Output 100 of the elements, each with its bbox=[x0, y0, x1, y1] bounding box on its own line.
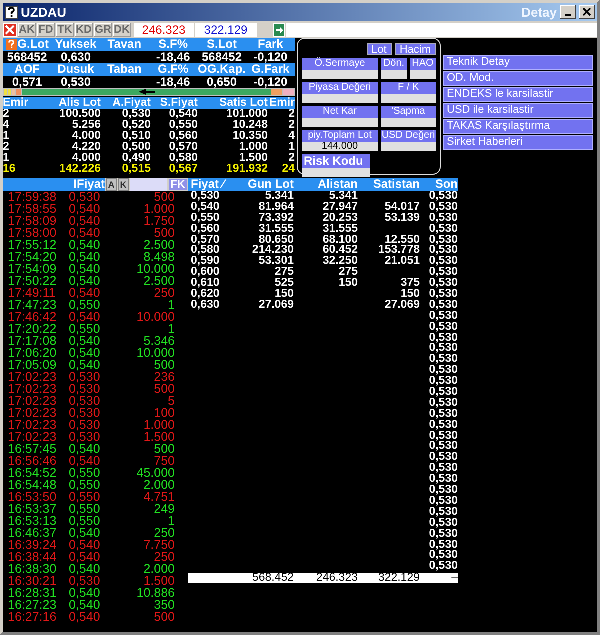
menu-item[interactable]: Teknik Detay bbox=[443, 55, 593, 70]
table-cell-text: 4.000 bbox=[71, 153, 101, 164]
filter-button[interactable]: FK bbox=[168, 178, 188, 191]
time-cell-text: 16:53:37 bbox=[8, 503, 58, 515]
menu-item[interactable]: Sirket Haberleri bbox=[443, 135, 593, 150]
table-cell-text: 0,540 bbox=[169, 109, 198, 120]
column-header: IFiyat bbox=[3, 178, 105, 191]
table-cell: 0,530 bbox=[429, 528, 458, 540]
table-cell-text: 1.500 bbox=[238, 153, 268, 164]
price-cell-text: 0,530 bbox=[69, 191, 102, 203]
table-cell-text: 0,490 bbox=[121, 153, 151, 164]
menu-item[interactable]: ENDEKS le karsilastir bbox=[443, 87, 593, 102]
toggle-button[interactable]: Hacim bbox=[394, 43, 436, 55]
price-cell-text: 0,550 bbox=[69, 515, 102, 527]
time-cell-text: 17:02:23 bbox=[8, 431, 58, 443]
value-field bbox=[410, 70, 436, 79]
table-cell-text: 1 bbox=[3, 153, 10, 164]
table-cell: 5.341 bbox=[329, 190, 358, 202]
lot-cell-text: 500 bbox=[153, 227, 175, 239]
table-cell-text: 4 bbox=[288, 131, 295, 142]
lot-cell-text: 2.500 bbox=[142, 275, 175, 287]
column-header: Satistan bbox=[372, 178, 420, 191]
table-cell: 0,530 bbox=[429, 222, 458, 235]
menu-item[interactable]: OD. Mod. bbox=[443, 71, 593, 86]
table-cell-text: 101.000 bbox=[225, 109, 268, 120]
toolbar-button[interactable]: TK bbox=[56, 23, 74, 37]
lot-cell-text: 5.346 bbox=[142, 335, 175, 347]
toolbar-button[interactable]: DK bbox=[113, 23, 131, 37]
table-cell: 0,530 bbox=[429, 440, 458, 452]
toolbar-button[interactable]: FD bbox=[37, 23, 55, 37]
table-cell-text: 2 bbox=[3, 109, 10, 120]
time-cell-text: 17:54:09 bbox=[8, 263, 58, 275]
column-header: Dusuk bbox=[56, 63, 96, 76]
column-header: S.Fiyat bbox=[159, 97, 198, 109]
table-cell: 21.051 bbox=[384, 255, 420, 268]
time-cell-text: 17:58:55 bbox=[8, 203, 58, 215]
table-cell: 0,530 bbox=[429, 212, 458, 224]
price-cell-text: 0,540 bbox=[69, 275, 102, 287]
sort-button[interactable]: K bbox=[118, 178, 129, 191]
table-cell-text: 0,571 bbox=[11, 76, 44, 88]
table-cell: 0,530 bbox=[429, 288, 458, 300]
time-cell-text: 17:47:23 bbox=[8, 299, 58, 311]
toggle-button[interactable]: Lot bbox=[366, 43, 392, 55]
table-cell: 80.650 bbox=[258, 234, 294, 246]
time-cell-text: 16:54:48 bbox=[8, 479, 58, 491]
help-icon[interactable] bbox=[5, 6, 18, 18]
lot-cell-text: 500 bbox=[153, 443, 175, 455]
lot-cell-text: 500 bbox=[153, 611, 175, 623]
table-cell: 0,530 bbox=[429, 277, 458, 290]
column-header: Yuksek bbox=[54, 38, 98, 50]
table-cell: 0,600 bbox=[191, 266, 220, 278]
table-cell-text: 0,630 bbox=[60, 50, 92, 63]
lot-cell-text: 2.000 bbox=[142, 563, 175, 575]
table-cell: 0,530 bbox=[429, 506, 458, 518]
lot-cell-text: 250 bbox=[153, 287, 175, 299]
price-cell-text: 0,530 bbox=[69, 407, 102, 419]
lot-cell-text: 750 bbox=[153, 455, 175, 467]
input-field[interactable] bbox=[286, 23, 597, 37]
table-cell-text: 0,530 bbox=[122, 109, 151, 120]
table-cell: 31.555 bbox=[258, 222, 294, 235]
price-cell-text: 0,540 bbox=[69, 455, 102, 467]
toolbar-button[interactable]: KD bbox=[75, 23, 93, 37]
table-cell: 0,610 bbox=[191, 277, 220, 290]
price-cell-text: 0,530 bbox=[69, 371, 102, 383]
column-header: Taban bbox=[106, 63, 143, 76]
table-cell: 153.778 bbox=[378, 244, 420, 256]
value-field bbox=[381, 118, 436, 127]
table-cell-text: 0,560 bbox=[168, 131, 198, 142]
sort-button[interactable]: A bbox=[106, 178, 117, 191]
price-cell-text: 0,540 bbox=[69, 599, 102, 611]
lot-cell-text: 100 bbox=[153, 407, 175, 419]
toolbar-button[interactable]: AK bbox=[18, 23, 36, 37]
toolbar-button[interactable]: GR bbox=[94, 23, 112, 37]
menu-item[interactable]: USD ile karsilastir bbox=[443, 103, 593, 118]
table-cell: 53.301 bbox=[258, 255, 294, 268]
minimize-icon[interactable] bbox=[560, 5, 576, 19]
sell-total-field: 246.323 bbox=[134, 23, 194, 37]
total-cell: 246.323 bbox=[316, 572, 358, 584]
table-cell: 0,530 bbox=[429, 364, 458, 376]
table-cell: 0,560 bbox=[191, 222, 220, 235]
field-label: piy.Toplam Lot bbox=[302, 130, 378, 142]
close-icon[interactable] bbox=[579, 5, 595, 19]
table-cell: 0,530 bbox=[429, 266, 458, 278]
table-cell-text: 10.350 bbox=[232, 131, 268, 142]
column-header: Tavan bbox=[106, 38, 143, 50]
table-cell-text: 0,580 bbox=[168, 153, 198, 164]
table-cell: 0,530 bbox=[429, 408, 458, 420]
total-cell-text: 16 bbox=[3, 164, 17, 175]
time-cell-text: 17:02:23 bbox=[8, 371, 58, 383]
table-cell: 0,620 bbox=[191, 288, 220, 300]
arrow-right-icon[interactable] bbox=[273, 23, 285, 37]
price-cell-text: 0,540 bbox=[69, 251, 102, 263]
column-header: S.F% bbox=[158, 38, 189, 50]
column-header: Emir bbox=[3, 97, 27, 109]
table-cell-text: 2 bbox=[288, 109, 295, 120]
time-cell-text: 16:56:46 bbox=[8, 455, 58, 467]
time-cell-text: 16:39:24 bbox=[8, 539, 58, 551]
filter-field[interactable] bbox=[130, 178, 167, 191]
menu-item[interactable]: TAKAS Karşılaştırma bbox=[443, 119, 593, 134]
table-cell: 0,630 bbox=[191, 298, 220, 311]
